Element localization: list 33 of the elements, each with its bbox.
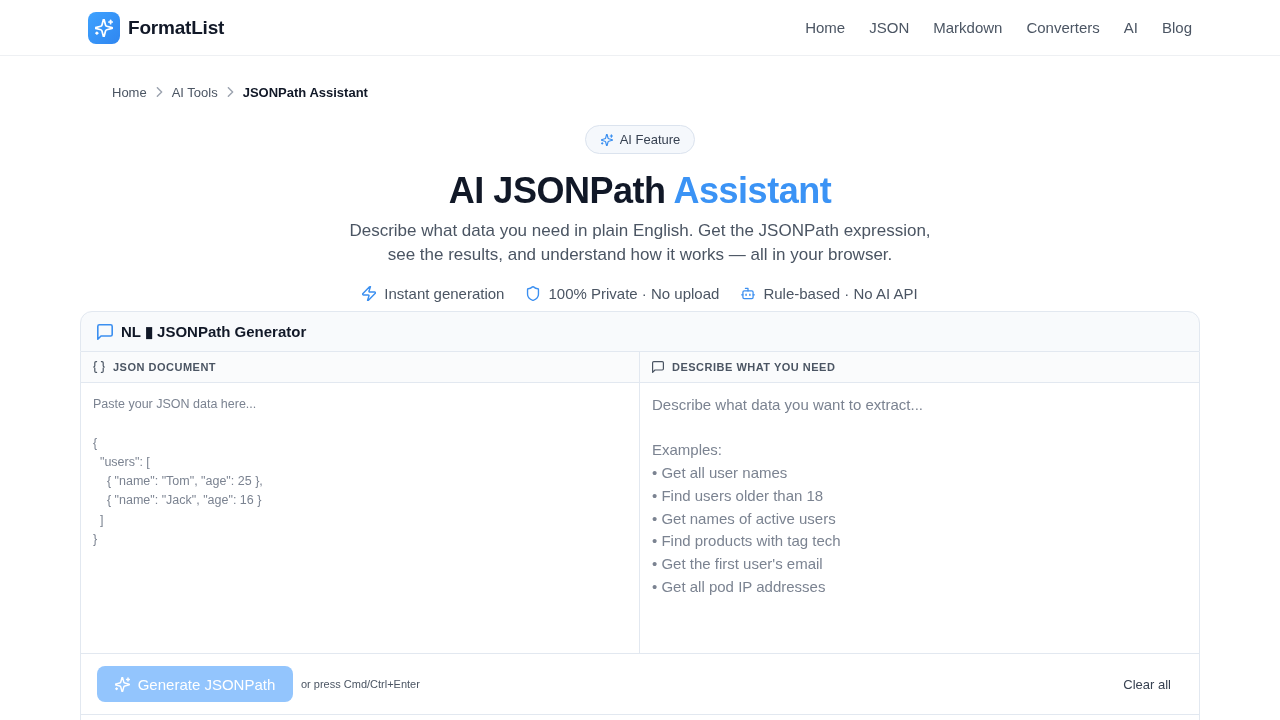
sparkle-icon [600,133,613,146]
sparkle-logo-icon[interactable] [88,11,120,44]
feature-label: 100% Private · No upload [548,284,720,302]
chevron-right-icon [226,87,234,97]
nav-link[interactable]: Blog [1161,19,1192,36]
chat-bubble-icon [97,323,113,340]
sparkle-icon [114,676,130,692]
robot-icon [741,285,756,301]
page-description: Describe what data you need in plain English. Get the JSONPath expression, see the results, and understand how it works — all in your browser. [348,220,932,266]
panel-label: DESCRIBE WHAT YOU NEED [672,361,836,373]
nav-link[interactable]: JSON [869,19,910,36]
shield-icon [526,285,541,301]
clear-all-button[interactable]: Clear all [1111,668,1183,700]
breadcrumb-link[interactable]: AI Tools [171,84,218,100]
badge-label: AI Feature [619,132,681,147]
feature-label: Rule-based · No AI API [763,284,918,302]
feature-label: Instant generation [384,284,505,302]
nav-link[interactable]: Home [805,19,846,36]
braces-icon [93,361,105,373]
lightning-bolt-icon [362,285,377,301]
shortcut-hint: or press Cmd/Ctrl+Enter [301,678,420,690]
chevron-right-icon [155,87,163,97]
breadcrumb-link[interactable]: JSONPath Assistant [242,84,368,100]
breadcrumb-link[interactable]: Home [112,84,147,100]
nav-link[interactable]: Markdown [933,19,1003,36]
nav-link[interactable]: AI [1123,19,1138,36]
chat-bubble-icon [652,361,664,373]
panel-label: JSON DOCUMENT [113,361,217,373]
brand-name[interactable]: FormatList [128,16,225,39]
description-input-field[interactable]: Describe what data you want to extract... Examples: • Get all user names • Find users older than 18 • Get names of active users • Find products with tag tech • Get the first user's email • Get all pod IP addresses [639,383,1200,653]
nav-link[interactable]: Converters [1026,19,1100,36]
page-title: AI JSONPath Assistant [448,169,832,213]
card-title: NL ▮ JSONPath Generator [121,322,307,341]
